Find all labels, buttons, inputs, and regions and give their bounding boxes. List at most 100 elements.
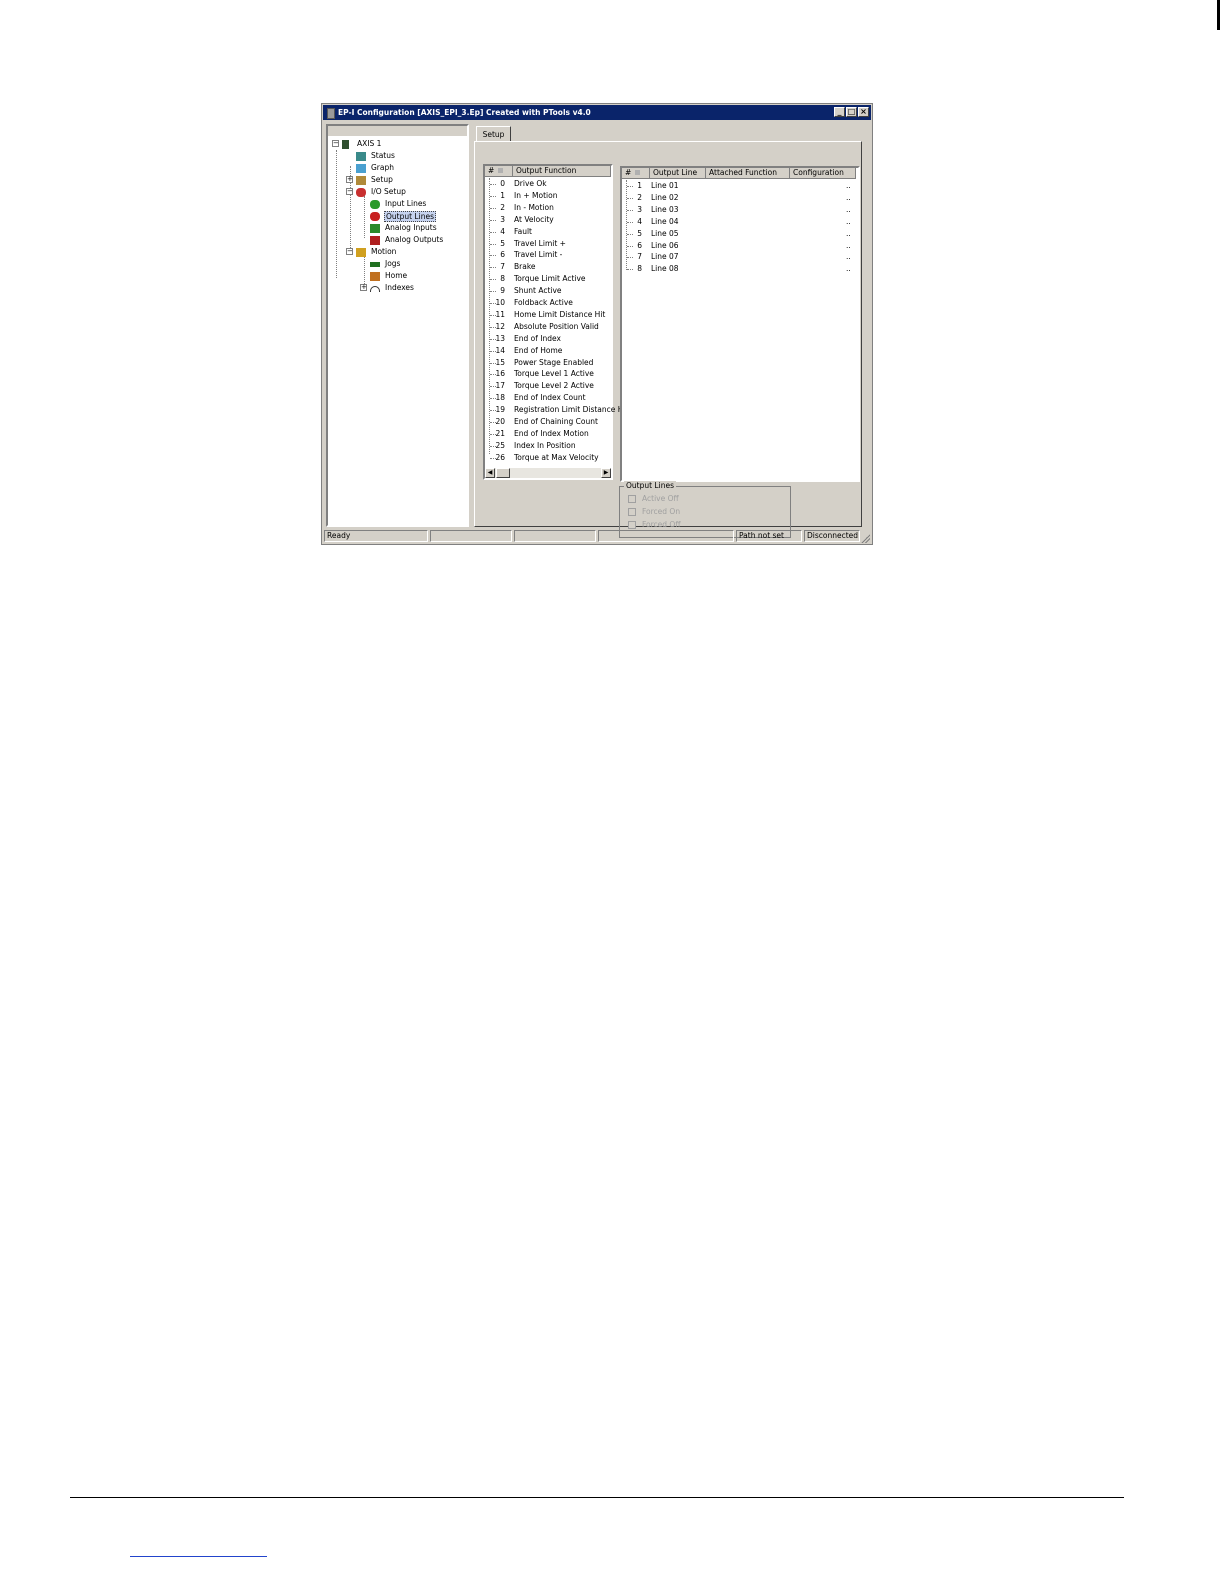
forced-off-checkbox[interactable] — [628, 521, 636, 529]
function-number: 4 — [500, 226, 505, 236]
table-row[interactable]: 8 Line 08.. — [622, 263, 858, 275]
function-name: End of Index — [514, 333, 561, 343]
table-row[interactable]: 7 Line 07.. — [622, 251, 858, 263]
list-item[interactable]: 1 In + Motion — [485, 190, 611, 202]
app-window: EP-I Configuration [AXIS_EPI_3.Ep] Creat… — [321, 103, 873, 545]
collapse-axis-icon[interactable]: − — [332, 140, 339, 147]
col-header-line-num[interactable]: # — [622, 168, 650, 179]
function-number: 11 — [495, 309, 505, 319]
configure-button[interactable]: .. — [846, 216, 851, 228]
function-number: 1 — [500, 190, 505, 200]
list-item[interactable]: 21 End of Index Motion — [485, 428, 611, 440]
col-header-num[interactable]: # — [485, 166, 513, 177]
collapse-motion-icon[interactable]: − — [346, 248, 353, 255]
line-name: Line 07 — [651, 252, 679, 262]
setup-icon — [356, 176, 366, 185]
function-number: 18 — [495, 393, 505, 403]
list-item[interactable]: 19 Registration Limit Distance Hit — [485, 404, 628, 416]
function-name: End of Home — [514, 345, 563, 355]
scroll-thumb[interactable] — [496, 468, 510, 478]
configure-button[interactable]: .. — [846, 192, 851, 204]
main-panel: Setup # Output Function 0 Drive Ok 1 In + M… — [472, 124, 862, 538]
scroll-right-icon[interactable]: ▶ — [601, 468, 611, 478]
table-row[interactable]: 5 Line 05.. — [622, 228, 858, 240]
maximize-button[interactable]: □ — [846, 107, 857, 117]
configure-button[interactable]: .. — [846, 240, 851, 252]
list-item[interactable]: 7 Brake — [485, 261, 611, 273]
active-off-checkbox[interactable] — [628, 495, 636, 503]
function-name: Fault — [514, 226, 532, 236]
expand-indexes-icon[interactable]: + — [360, 284, 367, 291]
line-name: Line 03 — [651, 204, 679, 214]
col-header-configuration[interactable]: Configuration — [790, 168, 856, 179]
configure-button[interactable]: .. — [846, 263, 851, 275]
col-header-output-line[interactable]: Output Line — [650, 168, 706, 179]
list-item[interactable]: 15 Power Stage Enabled — [485, 357, 611, 369]
motion-icon — [356, 248, 366, 257]
list-item[interactable]: 3 At Velocity — [485, 214, 611, 226]
table-row[interactable]: 4 Line 04.. — [622, 216, 858, 228]
function-name: End of Index Count — [514, 393, 586, 403]
output-function-list[interactable]: # Output Function 0 Drive Ok 1 In + Motion 2… — [483, 164, 628, 480]
page-bottom-rule — [70, 1497, 1124, 1498]
list-item[interactable]: 12 Absolute Position Valid — [485, 321, 611, 333]
list-item[interactable]: 10 Foldback Active — [485, 297, 611, 309]
configure-button[interactable]: .. — [846, 251, 851, 263]
line-number: 1 — [637, 181, 642, 190]
table-row[interactable]: 6 Line 06.. — [622, 240, 858, 252]
function-name: In + Motion — [514, 190, 558, 200]
output-lines-list[interactable]: # Output Line Attached Function Configur… — [620, 166, 860, 482]
minimize-button[interactable]: _ — [834, 107, 845, 117]
list-item[interactable]: 9 Shunt Active — [485, 285, 611, 297]
list-item[interactable]: 2 In - Motion — [485, 202, 611, 214]
list-item[interactable]: 11 Home Limit Distance Hit — [485, 309, 611, 321]
scroll-left-icon[interactable]: ◀ — [485, 468, 495, 478]
tab-setup[interactable]: Setup — [476, 126, 511, 142]
expand-setup-icon[interactable]: + — [346, 176, 353, 183]
function-number: 0 — [500, 179, 505, 188]
list-item[interactable]: 0 Drive Ok — [485, 178, 611, 190]
list-item[interactable]: 25 Index In Position — [485, 440, 611, 452]
table-row[interactable]: 1 Line 01.. — [622, 180, 858, 192]
col-header-output-function[interactable]: Output Function — [513, 166, 611, 177]
table-row[interactable]: 3 Line 03.. — [622, 204, 858, 216]
function-number: 12 — [495, 321, 505, 331]
configure-button[interactable]: .. — [846, 228, 851, 240]
output-lines-icon — [370, 212, 380, 221]
list-item[interactable]: 26 Torque at Max Velocity — [485, 452, 611, 464]
table-row[interactable]: 2 Line 02.. — [622, 192, 858, 204]
page-link-underline[interactable] — [130, 1556, 267, 1557]
line-number: 4 — [637, 216, 642, 226]
list-item[interactable]: 20 End of Chaining Count — [485, 416, 611, 428]
function-name: Absolute Position Valid — [514, 321, 599, 331]
list-item[interactable]: 13 End of Index — [485, 333, 611, 345]
forced-on-checkbox[interactable] — [628, 508, 636, 516]
list-item[interactable]: 5 Travel Limit + — [485, 238, 611, 250]
horizontal-scrollbar[interactable]: ◀ ▶ — [485, 468, 611, 478]
function-number: 8 — [500, 274, 505, 284]
indexes-icon — [370, 286, 380, 292]
status-connection: Disconnected — [804, 530, 860, 542]
list-item[interactable]: 4 Fault — [485, 226, 611, 238]
configure-button[interactable]: .. — [846, 204, 851, 216]
analog-inputs-icon — [370, 224, 380, 233]
list-item[interactable]: 16 Torque Level 1 Active — [485, 368, 611, 380]
function-name: Foldback Active — [514, 298, 573, 307]
navigation-tree[interactable]: − AXIS 1 Status Graph + Setup − I/O Setu… — [326, 124, 469, 527]
col-header-attached-function[interactable]: Attached Function — [706, 168, 790, 179]
io-setup-icon — [356, 188, 366, 197]
list-item[interactable]: 8 Torque Limit Active — [485, 273, 611, 285]
list-item[interactable]: 14 End of Home — [485, 345, 611, 357]
page-edge-rule — [1217, 0, 1220, 30]
configure-button[interactable]: .. — [846, 180, 851, 192]
function-name: Torque at Max Velocity — [514, 452, 599, 462]
collapse-io-setup-icon[interactable]: − — [346, 188, 353, 195]
close-button[interactable]: × — [858, 107, 869, 117]
function-number: 6 — [500, 250, 505, 260]
list-item[interactable]: 18 End of Index Count — [485, 392, 611, 404]
function-name: Home Limit Distance Hit — [514, 309, 606, 319]
function-number: 15 — [495, 357, 505, 367]
resize-grip-icon[interactable] — [861, 534, 870, 543]
list-item[interactable]: 6 Travel Limit - — [485, 249, 611, 261]
list-item[interactable]: 17 Torque Level 2 Active — [485, 380, 611, 392]
